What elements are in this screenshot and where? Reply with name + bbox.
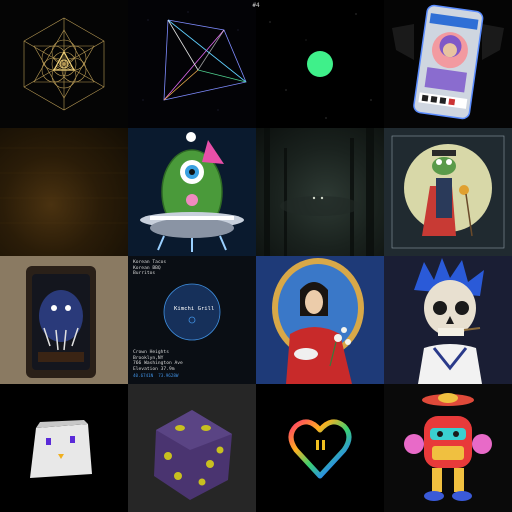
framed-creature-icon xyxy=(0,256,128,384)
gallery-tile-wireframe-polyhedron[interactable] xyxy=(128,0,256,128)
white-cube-face-icon xyxy=(30,420,92,478)
gallery-tile-frog-wizard-card[interactable] xyxy=(384,128,512,256)
gallery-tile-white-cube-face[interactable] xyxy=(0,384,128,512)
map-place-label: Kimchi Grill xyxy=(174,306,215,312)
frog-wizard-card-icon xyxy=(391,135,505,249)
blue-hair-skull-icon xyxy=(414,258,484,384)
sacred-geometry-icon xyxy=(23,17,105,111)
gallery-tile-dark-forest[interactable] xyxy=(256,128,384,256)
rainbow-heart-icon xyxy=(288,419,352,479)
gallery-tile-blue-hair-skull[interactable] xyxy=(384,256,512,384)
ufo-monster-icon xyxy=(140,132,244,252)
dark-forest-icon xyxy=(264,128,374,256)
purple-dice-icon xyxy=(154,410,232,500)
madonna-painting-icon xyxy=(256,256,384,384)
gallery-counter: #4 xyxy=(252,2,260,9)
map-address-line: Elevation 37.9m xyxy=(133,366,175,372)
gallery-tile-framed-creature[interactable] xyxy=(0,256,128,384)
map-coordinates-link[interactable]: 40.6741N 73.9628W xyxy=(133,373,178,378)
gallery-tile-purple-dice[interactable] xyxy=(128,384,256,512)
gallery-tile-red-robot[interactable] xyxy=(384,384,512,512)
gallery-tile-amber-gradient[interactable] xyxy=(0,128,128,256)
gallery-tile-neighborhood-map[interactable]: Korean Tacos Korean BBQ Burritos Kimchi … xyxy=(128,256,256,384)
gallery-tile-green-dot[interactable] xyxy=(256,0,384,128)
green-dot-icon xyxy=(269,13,372,119)
nft-gallery-grid: Korean Tacos Korean BBQ Burritos Kimchi … xyxy=(0,0,512,512)
gallery-tile-sacred-geometry[interactable] xyxy=(0,0,128,128)
red-robot-icon xyxy=(404,393,492,501)
gallery-tile-rainbow-heart[interactable] xyxy=(256,384,384,512)
amber-gradient-icon xyxy=(0,147,128,224)
gallery-tile-ufo-monster[interactable] xyxy=(128,128,256,256)
soda-can-portrait-icon xyxy=(392,4,504,120)
wireframe-polyhedron-icon xyxy=(142,11,247,111)
map-menu-item: Burritos xyxy=(133,271,156,276)
gallery-tile-soda-can-portrait[interactable] xyxy=(384,0,512,128)
gallery-tile-madonna-painting[interactable] xyxy=(256,256,384,384)
